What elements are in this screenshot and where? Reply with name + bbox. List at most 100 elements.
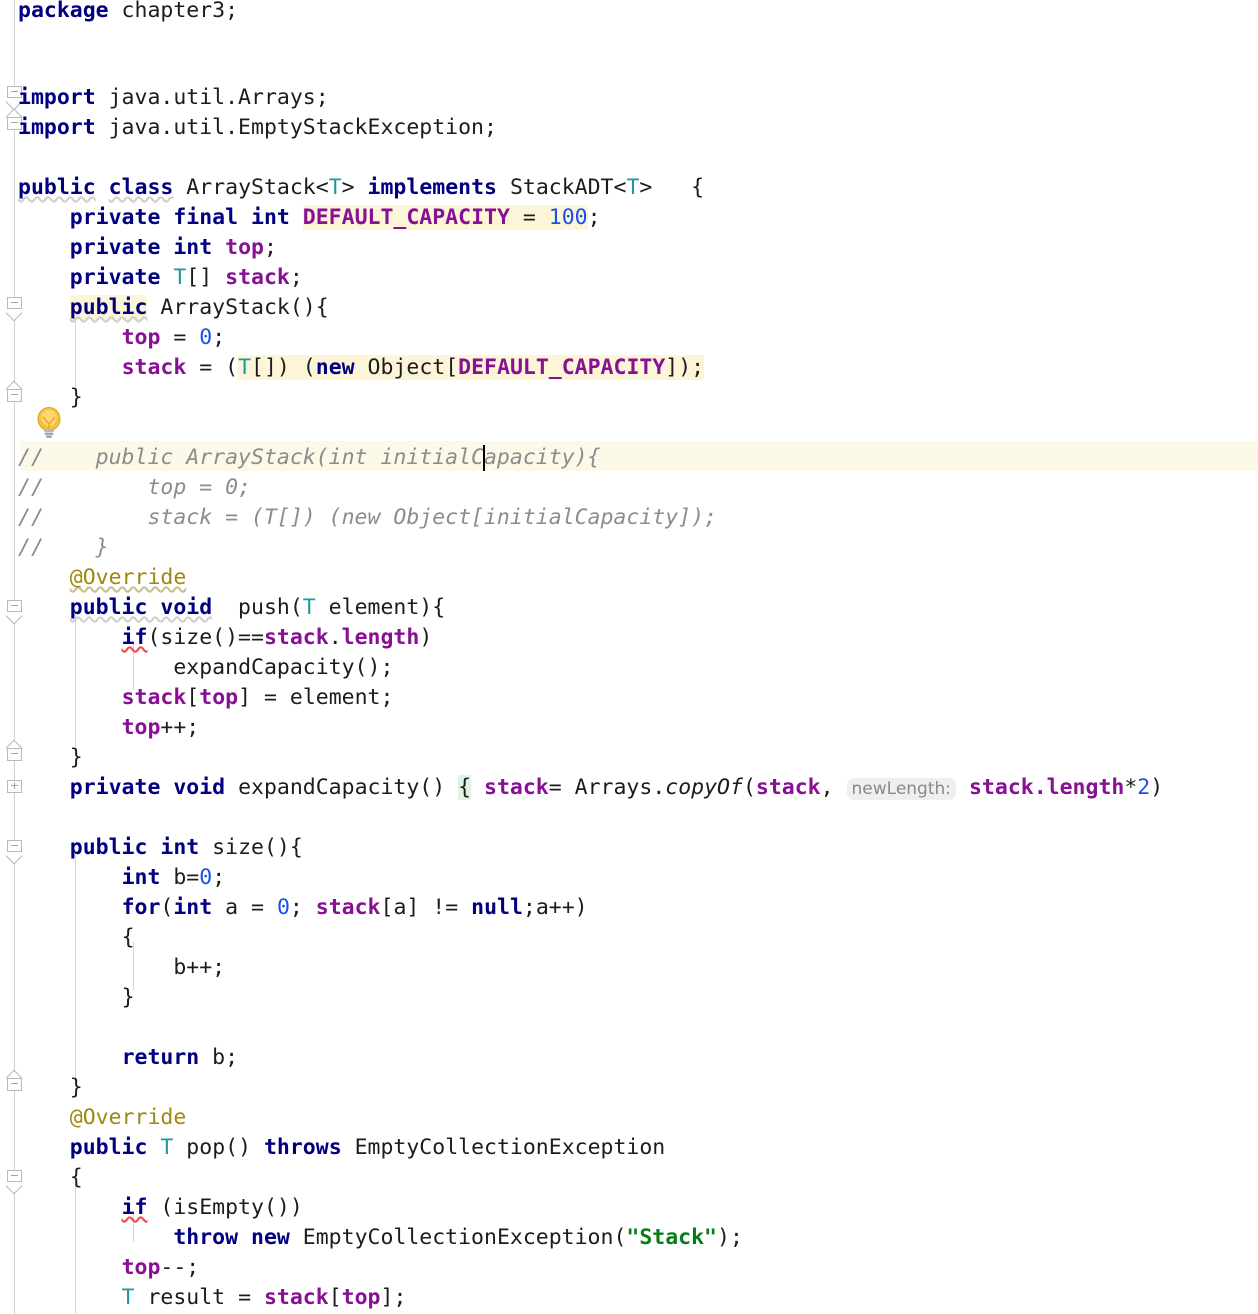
code-line[interactable]: private T[] stack;	[0, 263, 1258, 293]
code-line[interactable]: public T pop() throws EmptyCollectionExc…	[0, 1133, 1258, 1163]
code-line[interactable]: // top = 0;	[0, 473, 1258, 503]
code-line[interactable]: b++;	[0, 953, 1258, 983]
token-type-param: T	[173, 265, 187, 290]
code-line[interactable]: private final int DEFAULT_CAPACITY = 100…	[0, 203, 1258, 233]
token-text: (isEmpty())	[147, 1195, 303, 1220]
token-field: top	[121, 715, 161, 740]
token-field: stack	[225, 265, 290, 290]
token-text: StackADT<	[497, 175, 627, 200]
token-keyword: null	[471, 895, 523, 920]
code-line[interactable]: }	[0, 383, 1258, 413]
code-line[interactable]: private int top;	[0, 233, 1258, 263]
token-field: stack	[968, 775, 1034, 800]
code-line[interactable]: top--;	[0, 1253, 1258, 1283]
token-type-param: T	[238, 355, 252, 380]
token-field: top	[199, 685, 239, 710]
code-line[interactable]: {	[0, 1163, 1258, 1193]
code-line[interactable]: T result = stack[top];	[0, 1283, 1258, 1313]
text-caret	[483, 445, 485, 471]
code-line[interactable]: throw new EmptyCollectionException("Stac…	[0, 1223, 1258, 1253]
token-text: b;	[199, 1045, 239, 1070]
code-line[interactable]: top = 0;	[0, 323, 1258, 353]
token-field: top	[341, 1285, 381, 1310]
token-number: 100	[548, 205, 588, 230]
code-line[interactable]: import java.util.Arrays;	[0, 83, 1258, 113]
code-line[interactable]: private void expandCapacity() { stack= A…	[0, 773, 1258, 803]
token-text: result =	[134, 1285, 264, 1310]
token-keyword: private int	[69, 235, 213, 260]
token-field: stack	[484, 775, 549, 800]
token-text: ] = element;	[238, 685, 394, 710]
token-keyword: return	[121, 1045, 200, 1070]
token-field: stack	[315, 895, 381, 920]
code-line[interactable]: // stack = (T[]) (new Object[initialCapa…	[0, 503, 1258, 533]
code-line[interactable]: public void push(T element){	[0, 593, 1258, 623]
code-line[interactable]: stack[top] = element;	[0, 683, 1258, 713]
token-keyword: public	[18, 175, 96, 200]
code-content[interactable]: package chapter3; import java.util.Array…	[0, 0, 1258, 1314]
token-type-param: T	[328, 175, 342, 200]
code-editor[interactable]: − − − − − − + − − − package chapter3; im…	[0, 0, 1258, 1314]
code-line[interactable]: stack = (T[]) (new Object[DEFAULT_CAPACI…	[0, 353, 1258, 383]
token-keyword: package	[18, 0, 109, 23]
token-keyword: if	[121, 1195, 148, 1220]
token-field: length	[1046, 775, 1125, 800]
code-line[interactable]: public int size(){	[0, 833, 1258, 863]
code-line[interactable]: import java.util.EmptyStackException;	[0, 113, 1258, 143]
token-comment: // public ArrayStack(int initialCapacity…	[18, 445, 601, 470]
code-line[interactable]: @Override	[0, 563, 1258, 593]
token-field: DEFAULT_CAPACITY	[302, 205, 510, 230]
code-line[interactable]: if(size()==stack.length)	[0, 623, 1258, 653]
token-keyword: private final int	[69, 205, 290, 230]
token-keyword: class	[108, 175, 174, 200]
code-line[interactable]: public ArrayStack(){	[0, 293, 1258, 323]
token-text: --;	[160, 1255, 200, 1280]
token-field: DEFAULT_CAPACITY	[458, 355, 666, 380]
code-line[interactable]: if (isEmpty())	[0, 1193, 1258, 1223]
code-line[interactable]: {	[0, 923, 1258, 953]
token-text: ;	[212, 325, 226, 350]
token-field: top	[121, 325, 161, 350]
code-line[interactable]: return b;	[0, 1043, 1258, 1073]
code-line[interactable]: public class ArrayStack<T> implements St…	[0, 173, 1258, 203]
code-line[interactable]	[0, 803, 1258, 833]
token-text: ];	[380, 1285, 407, 1310]
code-line[interactable]: expandCapacity();	[0, 653, 1258, 683]
token-text: ++;	[160, 715, 200, 740]
token-text: element){	[315, 595, 446, 620]
token-text: );	[717, 1225, 743, 1250]
token-text: []	[186, 265, 226, 290]
code-line[interactable]: }	[0, 983, 1258, 1013]
code-line[interactable]: for(int a = 0; stack[a] != null;a++)	[0, 893, 1258, 923]
token-text: []) (	[251, 355, 316, 380]
code-line[interactable]: @Override	[0, 1103, 1258, 1133]
code-line[interactable]: int b=0;	[0, 863, 1258, 893]
token-text: )	[419, 625, 433, 650]
token-field: stack	[121, 355, 187, 380]
code-line[interactable]: }	[0, 1073, 1258, 1103]
token-text: .	[328, 625, 342, 650]
token-text: ;	[212, 865, 226, 890]
token-field: stack	[755, 775, 821, 800]
code-line[interactable]: }	[0, 743, 1258, 773]
token-text: [	[186, 685, 200, 710]
code-line[interactable]: // public ArrayStack(int initialCapacity…	[0, 443, 1258, 473]
token-brace: }	[69, 745, 83, 770]
code-line[interactable]: package chapter3;	[0, 0, 1258, 26]
token-text: b++;	[173, 955, 226, 980]
token-text: .	[1033, 775, 1047, 800]
token-text: (	[160, 895, 174, 920]
token-text: =	[509, 205, 549, 230]
token-keyword: public void	[69, 595, 213, 620]
code-line[interactable]: top++;	[0, 713, 1258, 743]
inlay-hint-newlength[interactable]: newLength:	[846, 778, 957, 800]
code-line[interactable]: // }	[0, 533, 1258, 563]
token-brace: }	[69, 385, 83, 410]
token-string: "Stack"	[626, 1225, 717, 1250]
token-method-call: expandCapacity();	[173, 655, 394, 680]
token-type-param: T	[626, 175, 640, 200]
